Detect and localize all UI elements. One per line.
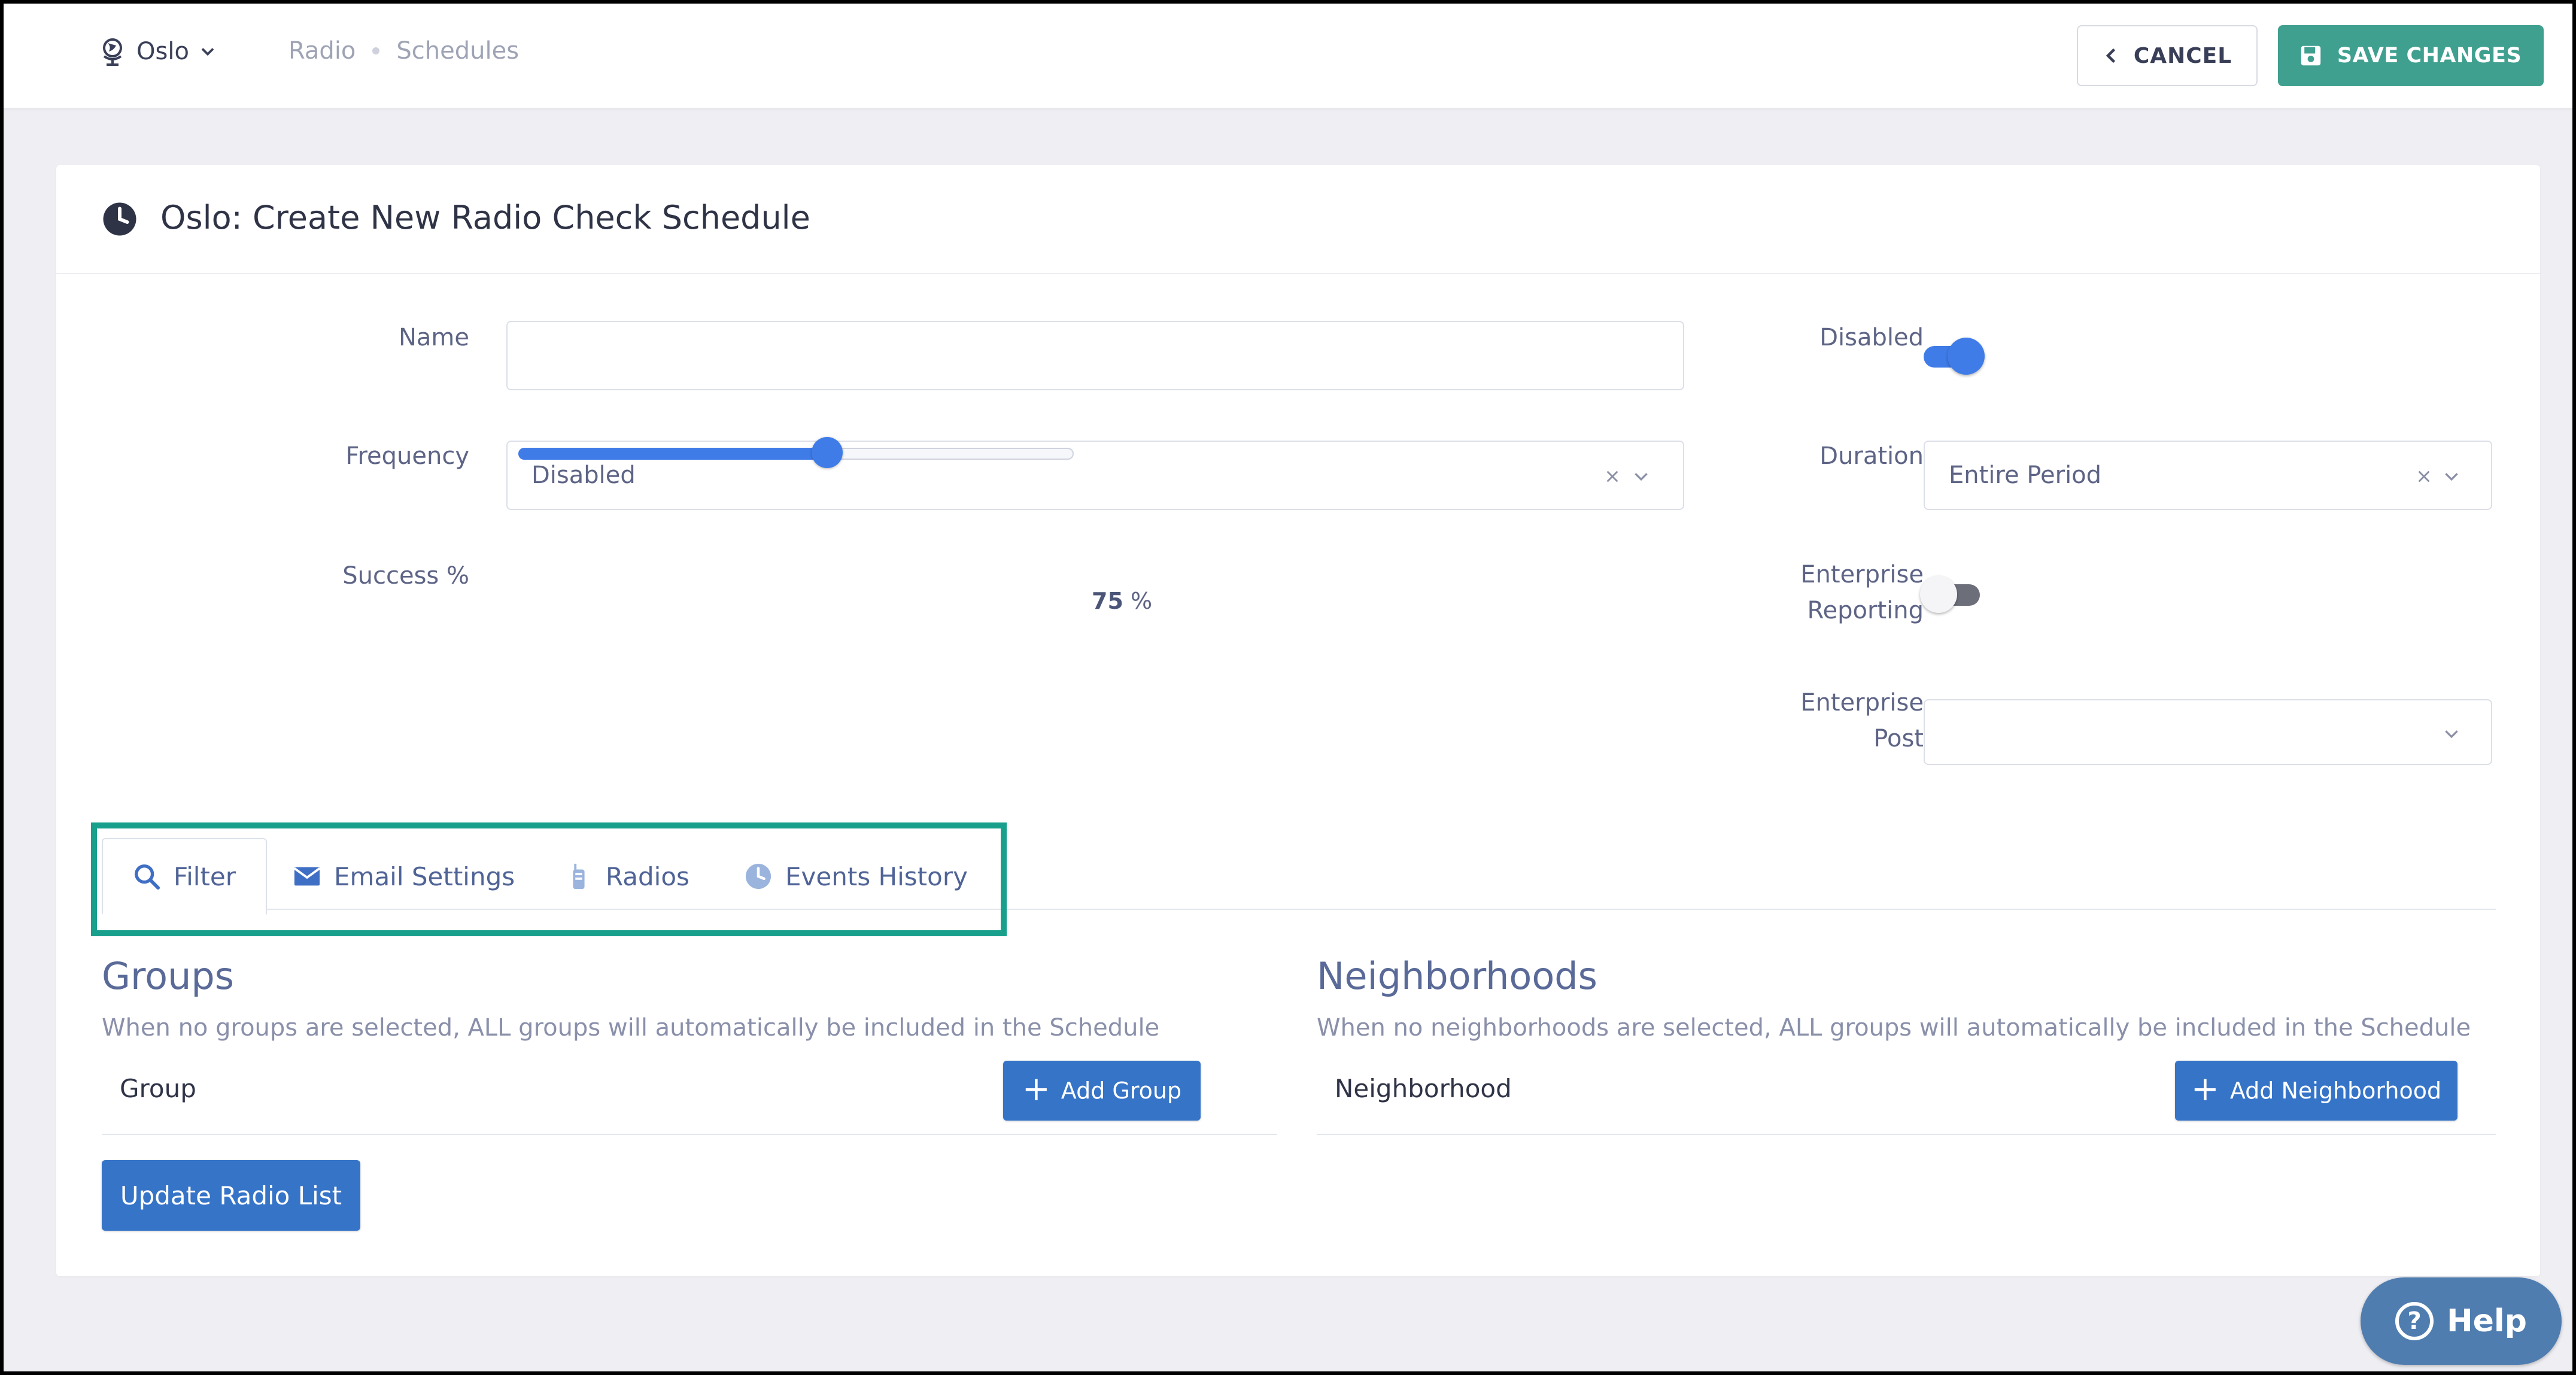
help-label: Help xyxy=(2447,1303,2527,1339)
tabs-highlight-box xyxy=(91,822,1007,936)
breadcrumb-schedules[interactable]: Schedules xyxy=(396,37,519,65)
add-neighborhood-label: Add Neighborhood xyxy=(2229,1077,2442,1104)
update-radio-list-label: Update Radio List xyxy=(120,1180,342,1210)
success-label: Success % xyxy=(342,562,469,590)
breadcrumb: Radio Schedules xyxy=(288,37,519,65)
duration-select[interactable]: Entire Period xyxy=(1924,441,2492,510)
name-input[interactable] xyxy=(506,321,1684,390)
enterprise-post-select[interactable] xyxy=(1924,699,2492,765)
toggle-knob xyxy=(1920,576,1957,613)
neighborhoods-row-divider xyxy=(1317,1134,2496,1135)
cancel-label: CANCEL xyxy=(2133,43,2232,68)
enterprise-reporting-label-line2: Reporting xyxy=(1807,597,1924,624)
success-value: 75 xyxy=(1092,588,1123,614)
save-changes-button[interactable]: SAVE CHANGES xyxy=(2278,25,2544,86)
schedule-card: Oslo: Create New Radio Check Schedule Na… xyxy=(56,165,2540,1276)
disabled-label: Disabled xyxy=(1819,324,1924,351)
help-button[interactable]: ? Help xyxy=(2361,1277,2562,1365)
duration-label: Duration xyxy=(1819,442,1924,470)
floppy-disk-icon xyxy=(2301,45,2321,66)
enterprise-reporting-toggle[interactable] xyxy=(1920,576,1980,613)
enterprise-post-label-line1: Enterprise xyxy=(1800,689,1924,717)
chevron-left-icon xyxy=(2106,48,2115,63)
neighborhoods-title: Neighborhoods xyxy=(1317,954,1597,998)
chevron-down-icon[interactable] xyxy=(2442,467,2461,486)
clock-icon xyxy=(103,202,136,236)
toggle-knob xyxy=(1948,338,1985,375)
enterprise-post-label-line2: Post xyxy=(1873,725,1924,752)
update-radio-list-button[interactable]: Update Radio List xyxy=(102,1160,360,1231)
breadcrumb-separator xyxy=(372,47,380,54)
enterprise-reporting-label-line1: Enterprise xyxy=(1800,561,1924,588)
add-neighborhood-button[interactable]: + Add Neighborhood xyxy=(2175,1061,2457,1121)
groups-row-divider xyxy=(102,1134,1277,1135)
chevron-down-icon[interactable] xyxy=(1632,467,1651,486)
neighborhoods-note: When no neighborhoods are selected, ALL … xyxy=(1317,1014,2471,1042)
clear-icon[interactable] xyxy=(1604,468,1621,485)
chevron-down-icon xyxy=(201,48,214,56)
slider-fill xyxy=(518,448,828,460)
groups-title: Groups xyxy=(102,954,235,998)
group-column-header: Group xyxy=(120,1074,196,1103)
page-title: Oslo: Create New Radio Check Schedule xyxy=(160,199,810,236)
location-name: Oslo xyxy=(136,38,189,65)
groups-note: When no groups are selected, ALL groups … xyxy=(102,1014,1160,1042)
plus-icon: + xyxy=(1022,1070,1050,1109)
clear-icon[interactable] xyxy=(2416,468,2432,485)
cancel-button[interactable]: CANCEL xyxy=(2077,25,2258,86)
disabled-toggle[interactable] xyxy=(1924,338,1985,375)
location-selector[interactable]: Oslo xyxy=(98,36,217,67)
add-group-button[interactable]: + Add Group xyxy=(1003,1061,1201,1121)
chevron-down-icon[interactable] xyxy=(2442,724,2461,743)
success-slider[interactable] xyxy=(518,435,1074,471)
save-label: SAVE CHANGES xyxy=(2337,44,2522,68)
breadcrumb-radio[interactable]: Radio xyxy=(288,37,356,65)
globe-icon xyxy=(103,38,122,66)
name-label: Name xyxy=(398,324,469,351)
success-unit: % xyxy=(1130,588,1153,614)
success-readout: 75 % xyxy=(1092,588,1152,614)
top-bar: Oslo Radio Schedules CANCEL SAVE CHANGES xyxy=(4,4,2572,108)
neighborhood-column-header: Neighborhood xyxy=(1335,1074,1512,1103)
slider-thumb[interactable] xyxy=(812,437,843,468)
card-header: Oslo: Create New Radio Check Schedule xyxy=(56,165,2540,274)
duration-value: Entire Period xyxy=(1949,462,2102,489)
plus-icon: + xyxy=(2191,1070,2219,1109)
frequency-label: Frequency xyxy=(345,442,469,470)
question-icon: ? xyxy=(2395,1302,2434,1340)
add-group-label: Add Group xyxy=(1061,1077,1182,1104)
